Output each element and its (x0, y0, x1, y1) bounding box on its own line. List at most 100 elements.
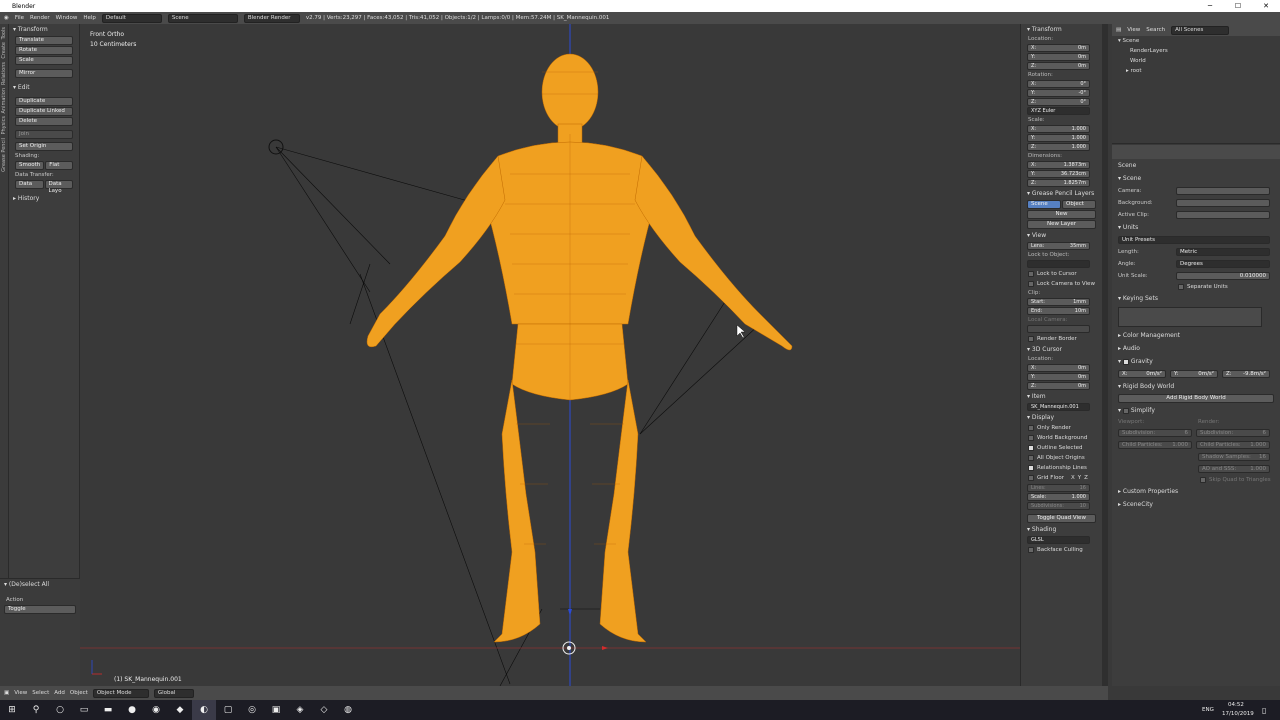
close-button[interactable]: ✕ (1252, 0, 1280, 12)
add-rigid-body-world-button[interactable]: Add Rigid Body World (1118, 394, 1274, 403)
simplify-row-1[interactable]: Subdivision: 6 Subdivision: 6 (1112, 427, 1280, 439)
transform-panel-header[interactable]: ▾ Transform (1021, 24, 1102, 35)
rot-z-field[interactable]: Z: 0° (1027, 98, 1090, 106)
outline-selected-checkbox[interactable]: Outline Selected (1021, 443, 1102, 453)
color-management-header[interactable]: ▸ Color Management (1112, 329, 1280, 342)
simplify-header[interactable]: ▾ Simplify (1112, 404, 1280, 417)
orientation-select[interactable]: Global (153, 688, 194, 698)
dim-z-field[interactable]: Z: 1.8257m (1027, 179, 1090, 187)
grid-scale-field[interactable]: Scale: 1.000 (1027, 493, 1090, 501)
outliner-row-renderlayers[interactable]: RenderLayers (1112, 46, 1280, 56)
photoshop-icon[interactable]: ▢ (216, 700, 240, 720)
3d-cursor-header[interactable]: ▾ 3D Cursor (1021, 344, 1102, 355)
menu-help[interactable]: Help (83, 15, 96, 21)
camera-row[interactable]: Camera: (1112, 185, 1280, 197)
scale-button[interactable]: Scale (15, 56, 73, 65)
item-name-field[interactable]: SK_Mannequin.001 (1027, 403, 1090, 411)
loc-z-field[interactable]: Z: 0m (1027, 62, 1090, 70)
all-origins-checkbox[interactable]: All Object Origins (1021, 453, 1102, 463)
backface-culling-checkbox[interactable]: Backface Culling (1021, 545, 1102, 555)
rotation-mode-select[interactable]: XYZ Euler (1027, 107, 1090, 115)
tab-relations[interactable]: Relations (1, 62, 7, 85)
history-header[interactable]: ▸ History (9, 193, 79, 204)
cursor-z-field[interactable]: Z: 0m (1027, 382, 1090, 390)
delete-button[interactable]: Delete (15, 117, 73, 126)
file-explorer-icon[interactable]: ▬ (96, 700, 120, 720)
dim-x-field[interactable]: X: 1.3873m (1027, 161, 1090, 169)
gravity-row[interactable]: X: 0m/s² Y: 0m/s² Z: -9.8m/s² (1112, 368, 1280, 380)
render-border-checkbox[interactable]: Render Border (1021, 334, 1102, 344)
tab-grease-pencil[interactable]: Grease Pencil (1, 138, 7, 172)
gravity-x-field[interactable]: X: 0m/s² (1118, 370, 1166, 378)
menu-file[interactable]: File (15, 15, 24, 21)
gravity-z-field[interactable]: Z: -9.8m/s² (1222, 370, 1270, 378)
units-header[interactable]: ▾ Units (1112, 221, 1280, 234)
app4-icon[interactable]: ◇ (312, 700, 336, 720)
loc-x-field[interactable]: X: 0m (1027, 44, 1090, 52)
menu-select[interactable]: Select (32, 690, 49, 696)
unit-presets-row[interactable]: Unit Presets (1112, 234, 1280, 246)
lens-field[interactable]: Lens: 35mm (1027, 242, 1090, 250)
menu-view[interactable]: View (14, 690, 27, 696)
local-camera-field[interactable] (1027, 325, 1090, 333)
outliner-row-root[interactable]: ▸ root (1112, 66, 1280, 76)
unit-scale-row[interactable]: Unit Scale: 0.010000 (1112, 270, 1280, 282)
grease-pencil-header[interactable]: ▾ Grease Pencil Layers (1021, 188, 1102, 199)
axis-x-toggle[interactable]: X (1071, 475, 1075, 481)
outliner-search-menu[interactable]: Search (1146, 27, 1165, 33)
tab-animation[interactable]: Animation (1, 88, 7, 114)
display-mode-select[interactable]: All Scenes (1171, 25, 1230, 35)
lock-object-field[interactable] (1027, 260, 1090, 268)
active-clip-row[interactable]: Active Clip: (1112, 209, 1280, 221)
dim-y-field[interactable]: Y: 36.723cm (1027, 170, 1090, 178)
scale-z-field[interactable]: Z: 1.000 (1027, 143, 1090, 151)
data-layout-button[interactable]: Data Layo (44, 180, 73, 194)
simplify-row-3[interactable]: Shadow Samples: 16 (1112, 451, 1280, 463)
cursor-y-field[interactable]: Y: 0m (1027, 373, 1090, 381)
unreal-icon[interactable]: ◍ (336, 700, 360, 720)
mode-select[interactable]: Object Mode (92, 688, 149, 698)
gp-object-tab[interactable]: Object (1062, 200, 1096, 209)
background-row[interactable]: Background: (1112, 197, 1280, 209)
view-panel-header[interactable]: ▾ View (1021, 230, 1102, 241)
set-origin-select[interactable]: Set Origin (15, 142, 73, 151)
subdivisions-field[interactable]: Subdivisions: 10 (1027, 502, 1090, 510)
mannequin-wireframe[interactable] (80, 24, 1020, 686)
app-icon[interactable]: ◆ (168, 700, 192, 720)
skip-quad-checkbox[interactable]: Skip Quad to Triangles (1112, 475, 1280, 485)
clock-time[interactable]: 04:52 (1228, 702, 1244, 708)
outliner-view-menu[interactable]: View (1127, 27, 1140, 33)
app2-icon[interactable]: ▣ (264, 700, 288, 720)
grid-floor-checkbox[interactable]: Grid Floor X Y Z (1021, 473, 1102, 483)
display-header[interactable]: ▾ Display (1021, 412, 1102, 423)
layout-field[interactable]: Default (101, 13, 162, 23)
gp-scene-tab[interactable]: Scene (1027, 200, 1061, 209)
world-background-checkbox[interactable]: World Background (1021, 433, 1102, 443)
rigid-body-header[interactable]: ▾ Rigid Body World (1112, 380, 1280, 393)
firefox-icon[interactable]: ● (120, 700, 144, 720)
lock-cursor-checkbox[interactable]: Lock to Cursor (1021, 269, 1102, 279)
rot-y-field[interactable]: Y: -0° (1027, 89, 1090, 97)
keying-sets-list[interactable] (1118, 307, 1262, 327)
clip-end-field[interactable]: End: 10m (1027, 307, 1090, 315)
keying-sets-header[interactable]: ▾ Keying Sets (1112, 292, 1280, 305)
lines-field[interactable]: Lines: 16 (1027, 484, 1090, 492)
outliner-editor-icon[interactable]: ▤ (1116, 27, 1121, 33)
simplify-row-2[interactable]: Child Particles: 1.000 Child Particles: 1.0… (1112, 439, 1280, 451)
duplicate-linked-button[interactable]: Duplicate Linked (15, 107, 73, 116)
mirror-button[interactable]: Mirror (15, 69, 73, 78)
menu-add[interactable]: Add (54, 690, 65, 696)
gp-new-button[interactable]: New (1027, 210, 1096, 219)
language-indicator[interactable]: ENG (1202, 707, 1214, 713)
tab-physics[interactable]: Physics (1, 116, 7, 135)
sidebar-scrollbar[interactable] (1102, 24, 1108, 686)
scene-field[interactable]: Scene (167, 13, 238, 23)
rot-x-field[interactable]: X: 0° (1027, 80, 1090, 88)
search-icon[interactable]: ⚲ (24, 700, 48, 720)
clip-start-field[interactable]: Start: 1mm (1027, 298, 1090, 306)
separate-units-checkbox[interactable]: Separate Units (1112, 282, 1280, 292)
toggle-quad-view-button[interactable]: Toggle Quad View (1027, 514, 1096, 523)
outliner-row-world[interactable]: World (1112, 56, 1280, 66)
axis-y-toggle[interactable]: Y (1078, 475, 1081, 481)
menu-object[interactable]: Object (70, 690, 88, 696)
